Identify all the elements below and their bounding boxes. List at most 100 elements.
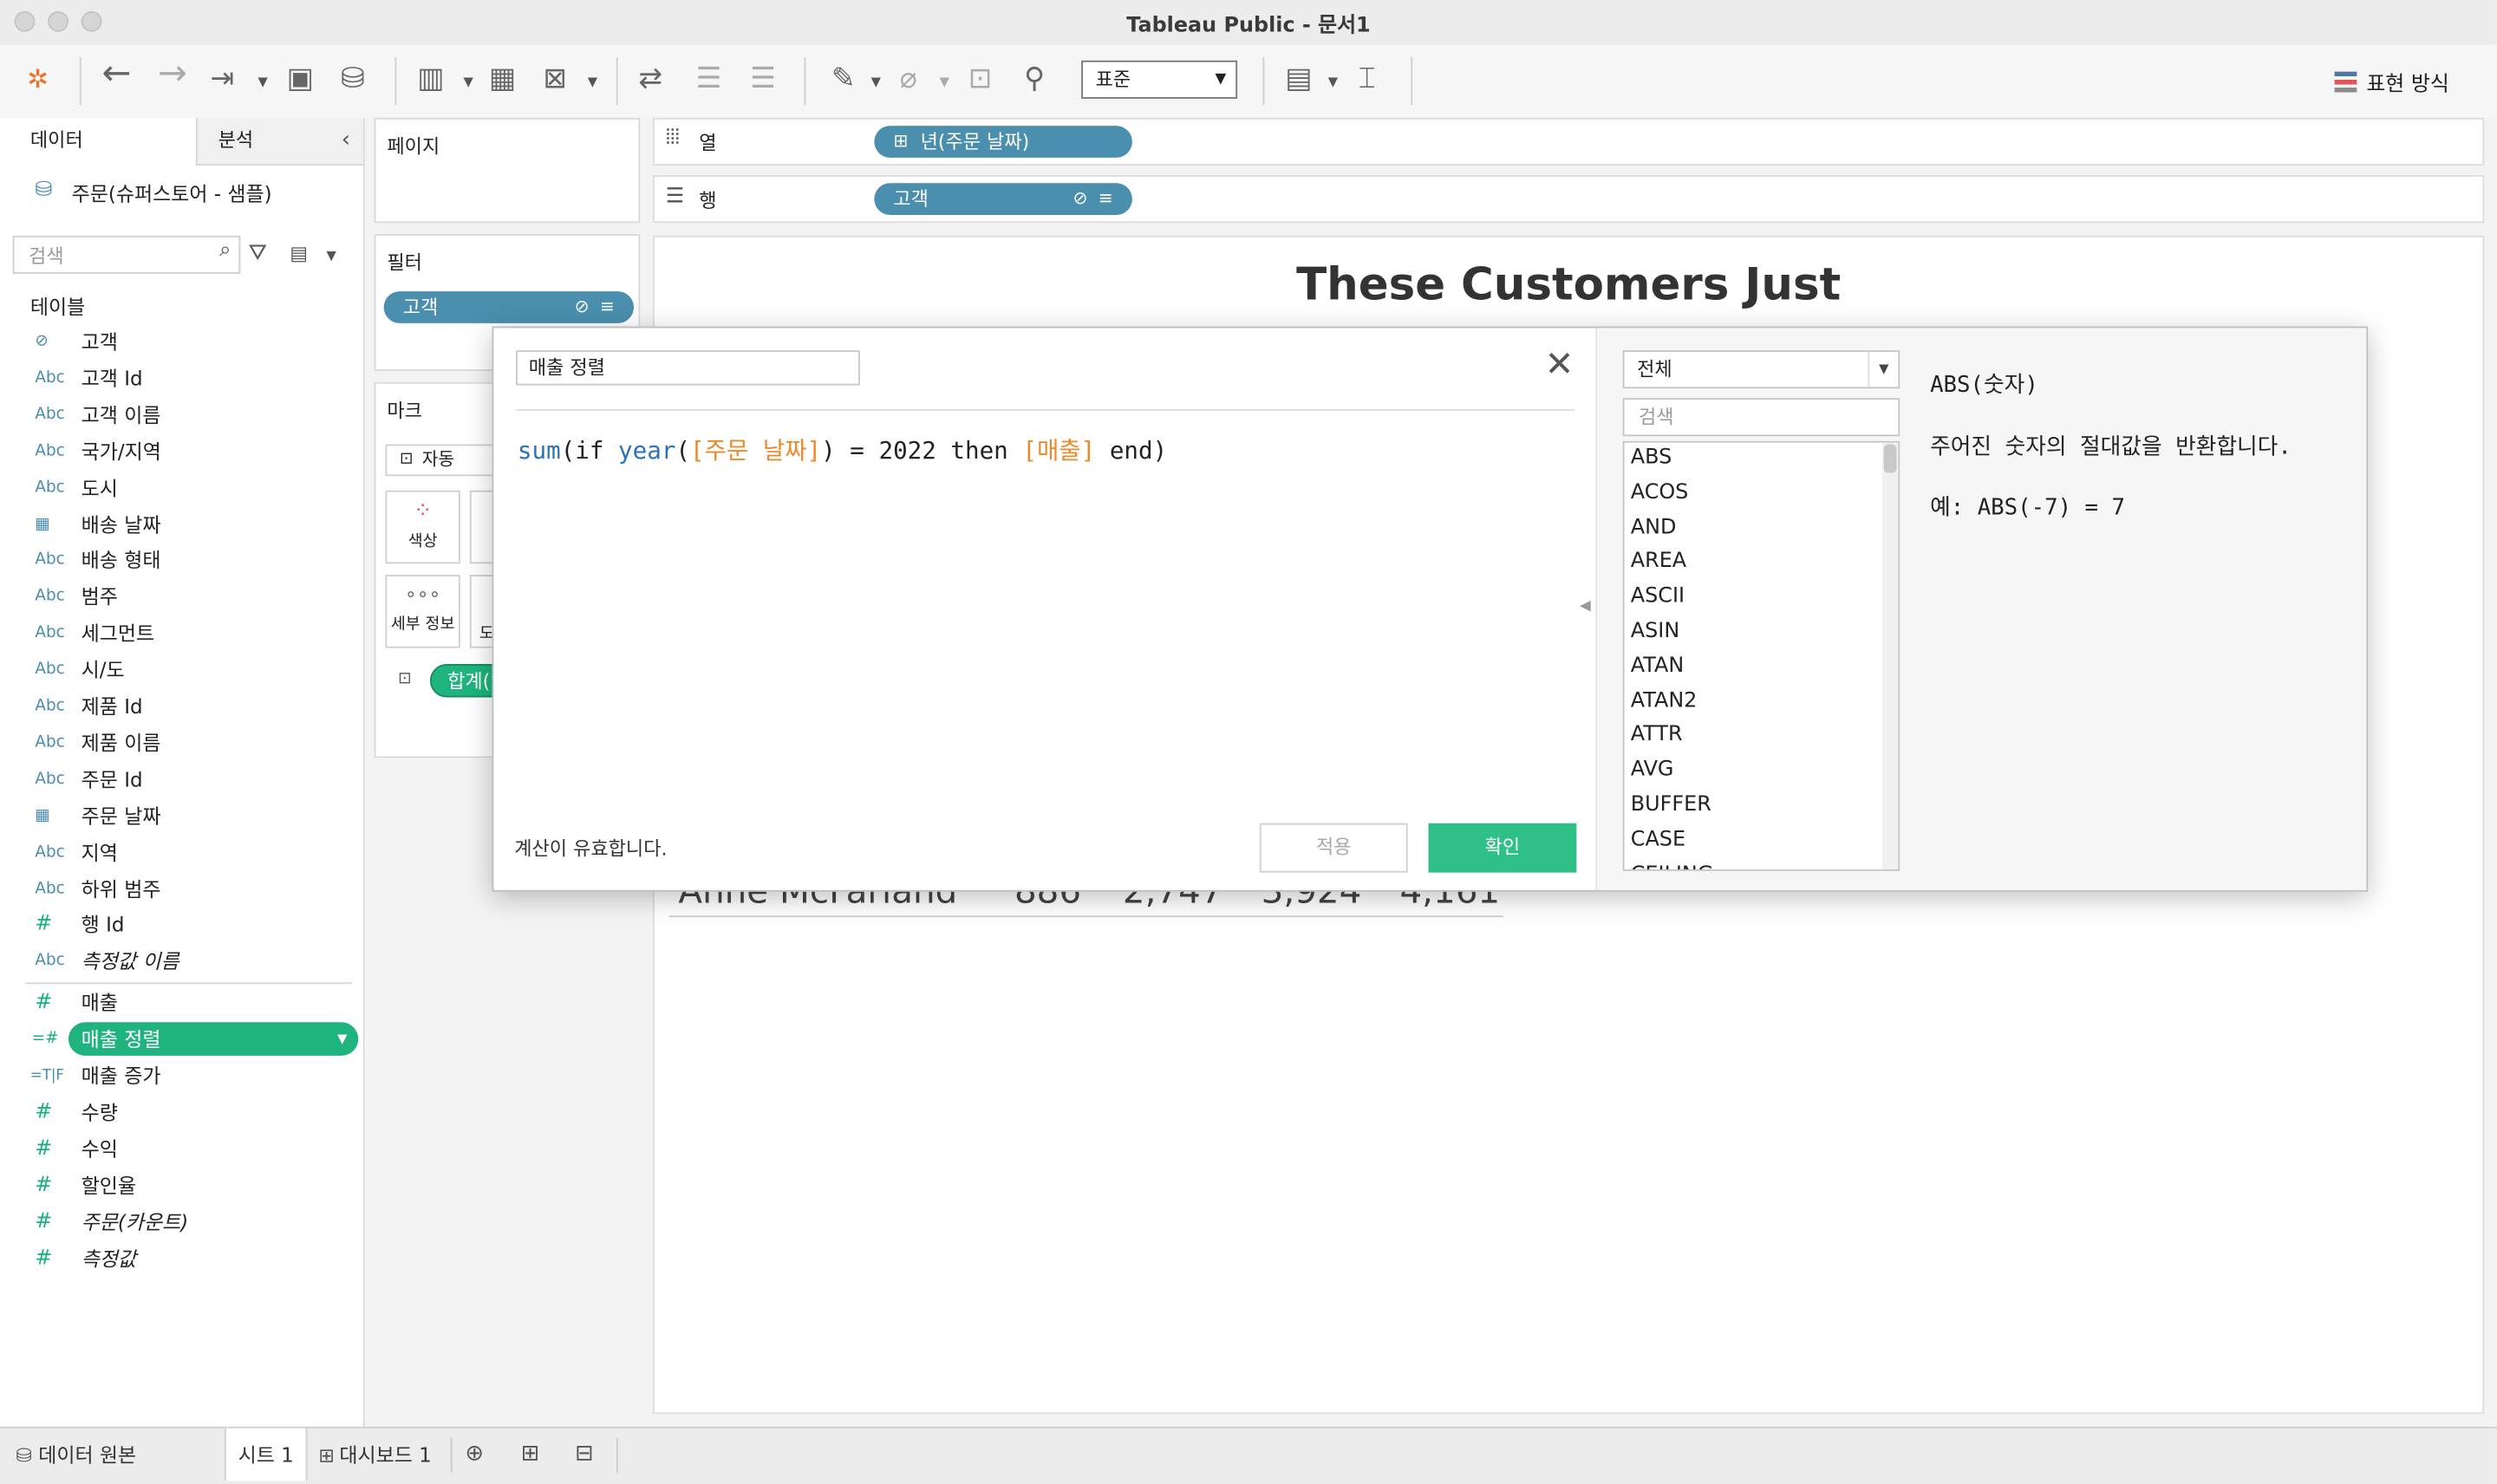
group-icon[interactable]: ⌀ xyxy=(900,62,917,97)
field-item[interactable]: Abc 주문 Id xyxy=(0,763,360,797)
datasource-tab[interactable]: ⛁ 데이터 원본 xyxy=(16,1429,136,1481)
function-list-item[interactable]: ASIN xyxy=(1631,620,1679,644)
chevron-down-icon[interactable]: ▼ xyxy=(940,75,949,89)
new-story-icon[interactable]: ⊟ xyxy=(575,1429,594,1481)
measure-item[interactable]: # 측정값 xyxy=(0,1242,360,1277)
tableau-logo-icon[interactable]: ✲ xyxy=(27,62,49,97)
list-view-icon[interactable]: ▤ xyxy=(290,242,308,264)
rows-pill-customer[interactable]: 고객 ⊘ ≡ xyxy=(874,183,1132,215)
chevron-down-icon[interactable]: ▼ xyxy=(588,75,597,89)
chevron-down-icon[interactable]: ▼ xyxy=(337,1022,347,1056)
field-item[interactable]: ▦ 배송 날짜 xyxy=(0,507,360,542)
field-item[interactable]: Abc 측정값 이름 xyxy=(0,945,360,980)
function-list-item[interactable]: ASCII xyxy=(1631,584,1685,609)
collapse-pane-icon[interactable]: ‹ xyxy=(342,118,350,162)
mark-type-select[interactable]: ⊡ 자동 xyxy=(385,444,498,477)
new-dashboard-icon[interactable]: ⊞ xyxy=(521,1429,540,1481)
clear-sheet-icon[interactable]: ⊠ xyxy=(543,62,567,97)
close-icon[interactable]: ✕ xyxy=(1545,344,1574,388)
pages-card[interactable]: 페이지 xyxy=(374,117,641,224)
swap-rows-columns-icon[interactable]: ⇄ xyxy=(639,62,663,97)
sort-ascending-icon[interactable]: ☰ xyxy=(696,62,722,97)
measure-item[interactable]: # 수량 xyxy=(0,1096,360,1130)
redo-icon[interactable]: → xyxy=(158,56,187,92)
chevron-down-icon[interactable]: ▼ xyxy=(258,75,268,89)
tab-data[interactable]: 데이터 xyxy=(0,117,196,166)
field-item[interactable]: Abc 세그먼트 xyxy=(0,616,360,651)
measure-item[interactable]: # 할인율 xyxy=(0,1168,360,1203)
duplicate-sheet-icon[interactable]: ▦ xyxy=(489,62,516,97)
field-item[interactable]: Abc 국가/지역 xyxy=(0,434,360,469)
field-item[interactable]: # 행 Id xyxy=(0,908,360,943)
filter-icon[interactable]: ⛛ xyxy=(249,240,268,265)
measure-item[interactable]: =T|F 매출 증가 xyxy=(0,1059,360,1094)
replay-icon[interactable]: ⇥ xyxy=(210,62,234,97)
selected-field-pill[interactable]: 매출 정렬 ▼ xyxy=(68,1022,359,1056)
show-cards-icon[interactable]: ▤ xyxy=(1285,62,1312,97)
datasource-name[interactable]: 주문(슈퍼스토어 - 샘플) xyxy=(72,177,272,207)
sort-descending-icon[interactable]: ☰ xyxy=(750,62,776,97)
function-category-select[interactable]: 전체 ▼ xyxy=(1622,350,1900,389)
function-list-item[interactable]: CEILING xyxy=(1631,862,1714,869)
function-list-item[interactable]: AND xyxy=(1631,515,1677,539)
chevron-down-icon[interactable]: ▼ xyxy=(871,75,881,89)
chevron-down-icon[interactable]: ▼ xyxy=(1328,75,1338,89)
function-list-item[interactable]: BUFFER xyxy=(1631,793,1711,817)
save-icon[interactable]: ▣ xyxy=(287,62,314,97)
function-list-item[interactable]: ATTR xyxy=(1631,724,1683,748)
chevron-down-icon[interactable]: ▼ xyxy=(463,75,473,89)
detail-button[interactable]: ∘∘∘ 세부 정보 xyxy=(385,575,460,648)
measure-item[interactable]: =# 매출 정렬 ▼ xyxy=(0,1022,360,1057)
label-icon[interactable]: ⊡ xyxy=(968,62,993,97)
function-list-item[interactable]: AVG xyxy=(1631,758,1674,783)
measure-item[interactable]: # 수익 xyxy=(0,1132,360,1167)
function-list-item[interactable]: ATAN2 xyxy=(1631,689,1698,713)
color-button[interactable]: ⁘ 색상 xyxy=(385,490,460,564)
new-worksheet-icon[interactable]: ▥ xyxy=(417,62,444,97)
rows-shelf[interactable]: ☰ 행 고객 ⊘ ≡ xyxy=(653,175,2485,224)
field-item[interactable]: Abc 고객 이름 xyxy=(0,398,360,433)
field-item[interactable]: Abc 제품 이름 xyxy=(0,726,360,760)
field-item[interactable]: Abc 시/도 xyxy=(0,653,360,687)
function-list-item[interactable]: CASE xyxy=(1631,828,1685,852)
apply-button[interactable]: 적용 xyxy=(1259,823,1408,873)
dashboard-tab[interactable]: ⊞ 대시보드 1 xyxy=(318,1429,431,1481)
function-list-item[interactable]: ABS xyxy=(1631,446,1672,470)
function-search-input[interactable]: 검색 xyxy=(1622,398,1900,437)
measure-item[interactable]: # 매출 xyxy=(0,986,360,1020)
field-item[interactable]: ▦ 주문 날짜 xyxy=(0,799,360,834)
columns-shelf[interactable]: ⦙⦙⦙ 열 ⊞ 년(주문 날짜) xyxy=(653,117,2485,166)
presentation-icon[interactable]: ⌶ xyxy=(1359,62,1376,97)
function-list-item[interactable]: AREA xyxy=(1631,550,1686,574)
field-item[interactable]: Abc 배송 형태 xyxy=(0,543,360,578)
scrollbar[interactable] xyxy=(1881,442,1899,869)
function-list-item[interactable]: ATAN xyxy=(1631,654,1684,679)
search-input[interactable]: 검색 xyxy=(29,242,64,269)
field-item[interactable]: ⊘ 고객 xyxy=(0,325,360,360)
function-list-item[interactable]: ACOS xyxy=(1631,480,1689,504)
new-worksheet-icon[interactable]: ⊕ xyxy=(465,1429,484,1481)
undo-icon[interactable]: ← xyxy=(102,56,132,92)
columns-pill-year[interactable]: ⊞ 년(주문 날짜) xyxy=(874,126,1132,158)
field-item[interactable]: Abc 도시 xyxy=(0,471,360,505)
field-search[interactable]: 검색 ⌕ xyxy=(12,235,241,274)
ok-button[interactable]: 확인 xyxy=(1428,823,1577,873)
chevron-down-icon[interactable]: ▼ xyxy=(327,249,336,264)
formula-editor[interactable]: sum(if year([주문 날짜]) = 2022 then [매출] en… xyxy=(518,433,1167,467)
field-item[interactable]: Abc 제품 Id xyxy=(0,689,360,724)
show-me-button[interactable]: 표현 방식 xyxy=(2334,67,2449,97)
field-item[interactable]: Abc 하위 범주 xyxy=(0,872,360,907)
tab-analysis[interactable]: 분석 ‹ xyxy=(195,117,363,166)
new-datasource-icon[interactable]: ⛁ xyxy=(341,62,365,97)
function-list[interactable]: ABS ACOS AND AREA ASCII ASIN ATAN ATAN2 ATTR AVG B… xyxy=(1622,440,1900,871)
scrollbar-thumb[interactable] xyxy=(1883,444,1897,473)
collapse-panel-icon[interactable]: ◀ xyxy=(1580,599,1591,615)
filter-pill-customer[interactable]: 고객 ⊘ ≡ xyxy=(383,291,635,323)
field-item[interactable]: Abc 지역 xyxy=(0,836,360,870)
pin-icon[interactable]: ⚲ xyxy=(1024,62,1045,97)
sheet-tab[interactable]: 시트 1 xyxy=(224,1428,308,1481)
highlight-icon[interactable]: ✎ xyxy=(831,62,856,97)
view-size-select[interactable]: 표준 ▼ xyxy=(1081,60,1238,99)
field-item[interactable]: Abc 범주 xyxy=(0,580,360,615)
measure-item[interactable]: # 주문(카운트) xyxy=(0,1206,360,1240)
